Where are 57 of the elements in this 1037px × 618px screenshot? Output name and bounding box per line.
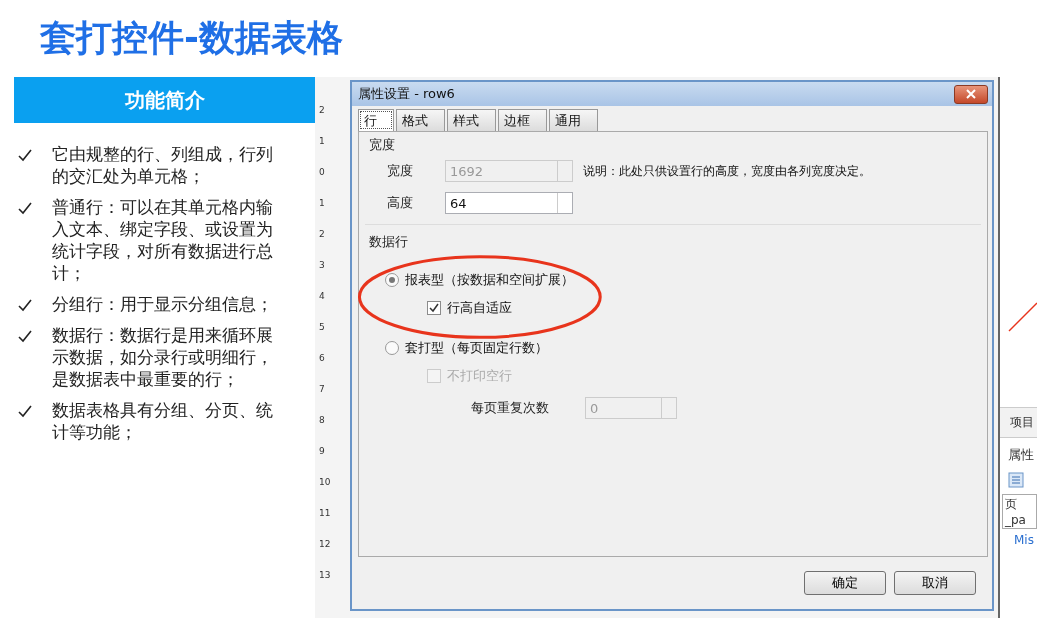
tab[interactable]: 格式 xyxy=(396,109,445,131)
annotation-line xyxy=(1008,302,1037,332)
field-label: 高度 xyxy=(387,194,414,212)
radio-button[interactable] xyxy=(385,341,399,355)
tab[interactable]: 样式 xyxy=(447,109,496,131)
ruler-number: 11 xyxy=(319,508,331,518)
checkbox-label: 行高自适应 xyxy=(447,299,512,317)
field-label: 每页重复次数 xyxy=(471,399,550,417)
bullet-text: 分组行：用于显示分组信息； xyxy=(52,293,274,315)
ruler-number: 10 xyxy=(319,477,331,487)
group-legend: 宽度 xyxy=(369,136,981,154)
panel-header: 属性 xyxy=(1007,446,1035,464)
ruler-number: 12 xyxy=(319,539,331,549)
bullet-text: 数据行：数据行是用来循环展示数据，如分录行或明细行，是数据表中最重要的行； xyxy=(52,324,274,390)
ruler-number: 6 xyxy=(319,353,325,363)
field-label: 宽度 xyxy=(387,162,414,180)
ruler-number: 3 xyxy=(319,260,325,270)
dialog-button[interactable]: 确定 xyxy=(804,571,886,595)
checkbox-label: 不打印空行 xyxy=(447,367,512,385)
number-field[interactable]: 64 xyxy=(445,192,573,214)
radio-button[interactable] xyxy=(385,273,399,287)
bullet-text: 数据表格具有分组、分页、统计等功能； xyxy=(52,399,274,443)
ruler-number: 7 xyxy=(319,384,325,394)
tab[interactable]: 通用 xyxy=(549,109,598,131)
bullet-text: 它由规整的行、列组成，行列的交汇处为单元格； xyxy=(52,143,274,187)
ruler-number: 13 xyxy=(319,570,331,580)
window-title: 属性设置 - row6 xyxy=(358,85,455,103)
check-icon xyxy=(18,201,32,215)
ruler-number: 9 xyxy=(319,446,325,456)
ruler-number: 8 xyxy=(319,415,325,425)
tab[interactable]: 边框 xyxy=(498,109,547,131)
ruler-number: 0 xyxy=(319,167,325,177)
ruler-number: 5 xyxy=(319,322,325,332)
ruler-number: 1 xyxy=(319,136,325,146)
radio-label: 套打型（每页固定行数） xyxy=(405,339,548,357)
dialog-button[interactable]: 取消 xyxy=(894,571,976,595)
bullet-text: 普通行：可以在其单元格内输入文本、绑定字段、或设置为统计字段，对所有数据进行总计； xyxy=(52,196,274,284)
tab[interactable]: 行 xyxy=(358,109,394,131)
close-icon xyxy=(966,89,976,99)
ruler-number: 2 xyxy=(319,105,325,115)
object-field[interactable]: 页_pa xyxy=(1002,494,1037,529)
check-icon xyxy=(18,148,32,162)
category-label: Mis xyxy=(1013,532,1035,547)
section-heading: 功能简介 xyxy=(14,77,315,123)
ruler-number: 1 xyxy=(319,198,325,208)
check-icon xyxy=(18,404,32,418)
radio-label: 报表型（按数据和空间扩展） xyxy=(405,271,574,289)
close-button[interactable] xyxy=(954,84,988,104)
ruler-number: 2 xyxy=(319,229,325,239)
checkbox[interactable] xyxy=(427,301,441,315)
ruler-number: 4 xyxy=(319,291,325,301)
group-legend: 数据行 xyxy=(369,233,981,251)
check-icon xyxy=(18,298,32,312)
panel-tab[interactable]: 项目 xyxy=(1000,407,1037,438)
check-icon xyxy=(18,329,32,343)
note-text: 说明：此处只供设置行的高度，宽度由各列宽度决定。 xyxy=(583,163,871,180)
slide-title: 套打控件-数据表格 xyxy=(40,16,343,60)
